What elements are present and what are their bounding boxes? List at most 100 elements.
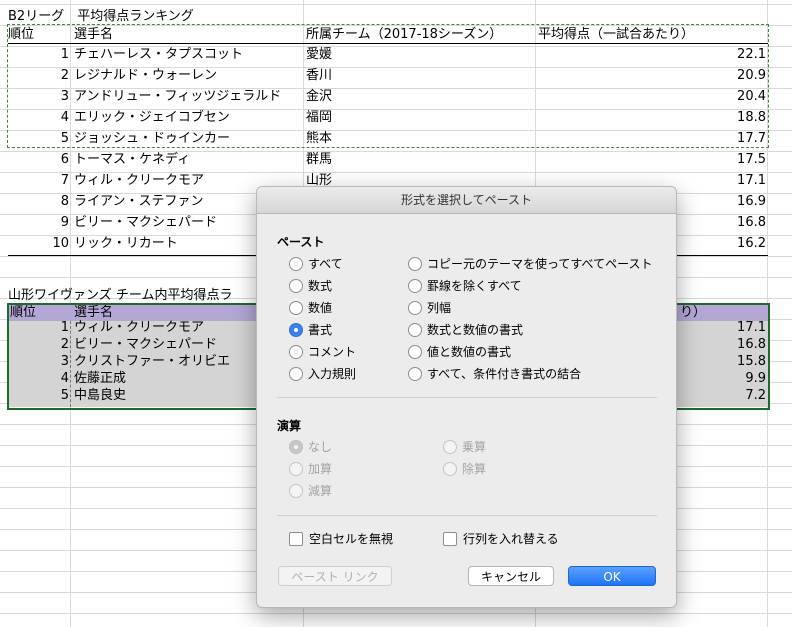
radio-option[interactable]: コメント xyxy=(289,342,356,362)
table1-cell-rank[interactable]: 8 xyxy=(8,191,69,212)
table2-cell-player[interactable]: 中島良史 xyxy=(74,387,274,404)
table1-cell-rank[interactable]: 1 xyxy=(8,44,69,65)
radio-button[interactable] xyxy=(408,278,422,293)
gridline xyxy=(0,613,792,614)
checkbox-box[interactable] xyxy=(443,531,457,546)
table1-cell-avg[interactable]: 18.8 xyxy=(538,107,766,128)
cancel-button[interactable]: キャンセル xyxy=(468,566,554,586)
table1-cell-rank[interactable]: 3 xyxy=(8,86,69,107)
table1-cell-team[interactable]: 群馬 xyxy=(306,149,534,170)
radio-label: 書式 xyxy=(308,323,333,337)
table1-cell-rank[interactable]: 10 xyxy=(8,233,69,254)
radio-option[interactable]: 数式と数値の書式 xyxy=(408,320,523,340)
table1-cell-avg[interactable]: 17.5 xyxy=(538,149,766,170)
table1-cell-player[interactable]: エリック・ジェイコブセン xyxy=(74,107,302,128)
radio-button[interactable] xyxy=(408,322,422,337)
table1-cell-rank[interactable]: 9 xyxy=(8,212,69,233)
table1-cell-avg[interactable]: 20.4 xyxy=(538,86,766,107)
radio-label: コメント xyxy=(308,345,357,359)
table1-cell-player[interactable]: アンドリュー・フィッツジェラルド xyxy=(74,86,302,107)
paste-link-button[interactable]: ペースト リンク xyxy=(278,566,392,586)
ok-button[interactable]: OK xyxy=(568,566,656,586)
radio-option[interactable]: 罫線を除くすべて xyxy=(408,276,522,296)
table1-cell-avg[interactable]: 20.9 xyxy=(538,65,766,86)
checkbox-box[interactable] xyxy=(289,531,303,546)
table1-cell-player[interactable]: トーマス・ケネディ xyxy=(74,149,302,170)
separator xyxy=(277,397,657,398)
radio-option: 乗算 xyxy=(443,437,486,457)
table1-cell-rank[interactable]: 4 xyxy=(8,107,69,128)
radio-option[interactable]: 値と数値の書式 xyxy=(408,342,511,362)
table1-cell-rank[interactable]: 6 xyxy=(8,149,69,170)
table2-cell-avg[interactable]: 9.9 xyxy=(680,370,766,387)
radio-button xyxy=(289,461,303,476)
radio-option[interactable]: 書式 xyxy=(289,320,332,340)
table1-cell-rank[interactable]: 5 xyxy=(8,128,69,149)
table2-cell-avg[interactable]: 15.8 xyxy=(680,353,766,370)
radio-option[interactable]: 入力規則 xyxy=(289,364,356,384)
table1-header-avg[interactable]: 平均得点（一試合あたり） xyxy=(538,24,766,45)
table1-cell-team[interactable]: 愛媛 xyxy=(306,44,534,65)
table1-cell-player[interactable]: ジョッシュ・ドゥインカー xyxy=(74,128,302,149)
radio-button[interactable] xyxy=(289,278,303,293)
radio-label: 除算 xyxy=(462,462,487,476)
table2-cell-player[interactable]: ビリー・マクシェパード xyxy=(74,336,274,353)
table1-cell-player[interactable]: チェハーレス・タプスコット xyxy=(74,44,302,65)
table2-cell-avg[interactable]: 17.1 xyxy=(680,319,766,336)
radio-button xyxy=(443,461,457,476)
table1-cell-team[interactable]: 香川 xyxy=(306,65,534,86)
radio-button xyxy=(289,439,303,454)
table2-cell-rank[interactable]: 3 xyxy=(8,353,69,370)
table2-cell-player[interactable]: ウィル・クリークモア xyxy=(74,319,274,336)
radio-option[interactable]: 列幅 xyxy=(408,298,451,318)
table2-cell-player[interactable]: 佐藤正成 xyxy=(74,370,274,387)
radio-button[interactable] xyxy=(408,256,422,271)
radio-button[interactable] xyxy=(289,344,303,359)
table2-cell-rank[interactable]: 1 xyxy=(8,319,69,336)
radio-button[interactable] xyxy=(289,256,303,271)
dialog-title: 形式を選択してペースト xyxy=(257,187,676,214)
table1-header-player[interactable]: 選手名 xyxy=(74,24,302,45)
table1-header-team[interactable]: 所属チーム（2017-18シーズン） xyxy=(306,24,534,45)
table2-cell-player[interactable]: クリストファー・オリビエ xyxy=(74,353,274,370)
radio-option[interactable]: すべて、条件付き書式の結合 xyxy=(408,364,581,384)
radio-label: 減算 xyxy=(308,484,333,498)
table1-cell-avg[interactable]: 17.7 xyxy=(538,128,766,149)
radio-button xyxy=(443,439,457,454)
table1-cell-rank[interactable]: 7 xyxy=(8,170,69,191)
radio-option[interactable]: すべて xyxy=(289,254,343,274)
table1-cell-player[interactable]: レジナルド・ウォーレン xyxy=(74,65,302,86)
table2-cell-rank[interactable]: 2 xyxy=(8,336,69,353)
radio-label: 数式 xyxy=(308,279,333,293)
radio-button[interactable] xyxy=(408,366,422,381)
radio-label: なし xyxy=(308,440,333,454)
table2-cell-avg[interactable]: 16.8 xyxy=(680,336,766,353)
table1-header-rank[interactable]: 順位 xyxy=(8,24,68,45)
table1-cell-rank[interactable]: 2 xyxy=(8,65,69,86)
radio-label: 数式と数値の書式 xyxy=(427,323,524,337)
table2-cell-avg[interactable]: 7.2 xyxy=(680,387,766,404)
paste-section-label: ペースト xyxy=(277,235,325,249)
radio-label: 罫線を除くすべて xyxy=(427,279,522,293)
table2-cell-rank[interactable]: 4 xyxy=(8,370,69,387)
radio-button[interactable] xyxy=(408,300,422,315)
gridline xyxy=(0,4,792,5)
table2-cell-rank[interactable]: 5 xyxy=(8,387,69,404)
operation-section-label: 演算 xyxy=(277,419,302,433)
table1-cell-team[interactable]: 金沢 xyxy=(306,86,534,107)
table1-cell-avg[interactable]: 22.1 xyxy=(538,44,766,65)
skip-blanks-label: 空白セルを無視 xyxy=(309,532,394,546)
table1-cell-team[interactable]: 福岡 xyxy=(306,107,534,128)
transpose-checkbox[interactable]: 行列を入れ替える xyxy=(443,529,559,549)
skip-blanks-checkbox[interactable]: 空白セルを無視 xyxy=(289,529,393,549)
radio-button[interactable] xyxy=(289,366,303,381)
radio-option[interactable]: 数値 xyxy=(289,298,332,318)
radio-button[interactable] xyxy=(289,322,303,337)
radio-option: 加算 xyxy=(289,459,332,479)
table1-cell-team[interactable]: 熊本 xyxy=(306,128,534,149)
radio-option[interactable]: コピー元のテーマを使ってすべてペースト xyxy=(408,254,652,274)
radio-label: コピー元のテーマを使ってすべてペースト xyxy=(427,257,653,271)
radio-button[interactable] xyxy=(408,344,422,359)
radio-option[interactable]: 数式 xyxy=(289,276,332,296)
radio-button[interactable] xyxy=(289,300,303,315)
